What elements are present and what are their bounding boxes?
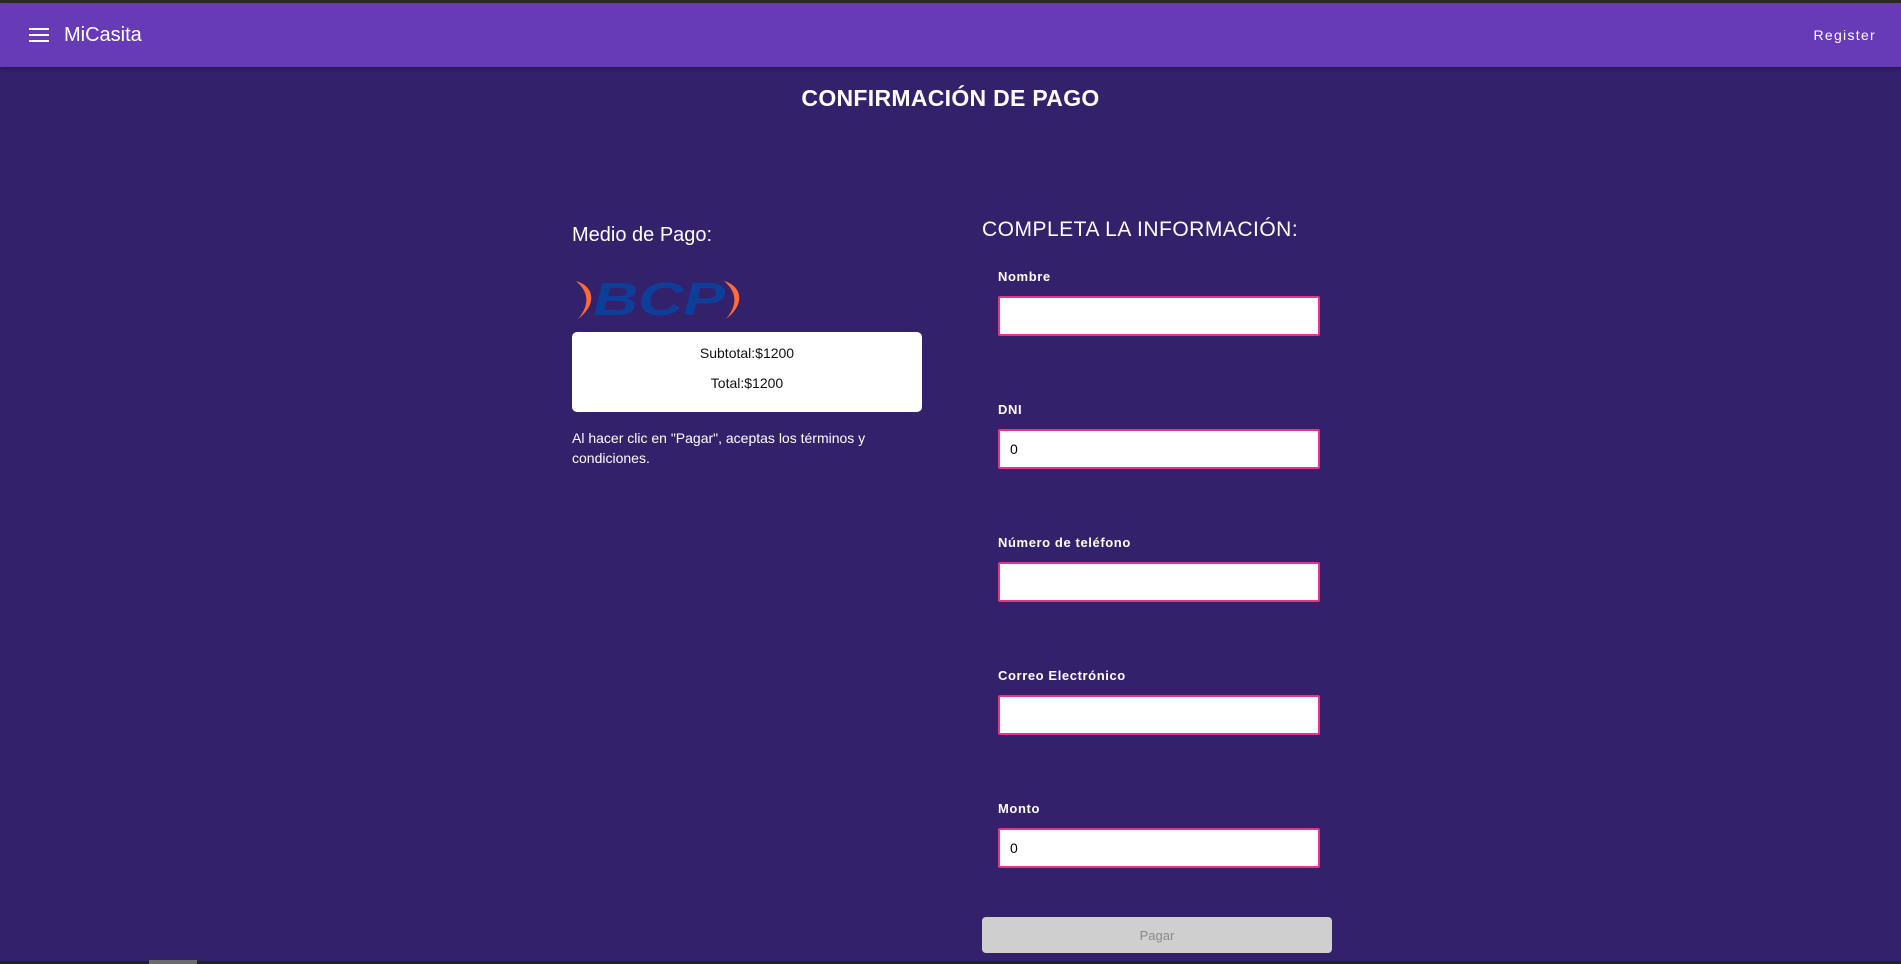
name-label: Nombre (998, 269, 1051, 284)
phone-input[interactable] (998, 562, 1320, 602)
dni-input[interactable] (998, 429, 1320, 469)
bcp-logo-text: BCP (593, 274, 725, 324)
horizontal-scrollbar-thumb[interactable] (149, 960, 197, 964)
app-title: MiCasita (64, 24, 142, 46)
page-title: CONFIRMACIÓN DE PAGO (801, 85, 1100, 111)
dni-label: DNI (998, 402, 1023, 417)
email-input[interactable] (998, 695, 1320, 735)
app-toolbar: MiCasita Register (0, 3, 1901, 67)
total-text: Total:$1200 (710, 375, 784, 391)
register-link[interactable]: Register (1813, 27, 1876, 43)
hamburger-menu-icon[interactable] (29, 27, 49, 43)
amount-label: Monto (998, 801, 1040, 816)
bcp-logo: BCP (576, 274, 740, 324)
email-label: Correo Electrónico (998, 668, 1126, 683)
phone-label: Número de teléfono (998, 535, 1131, 550)
amount-input[interactable] (998, 828, 1320, 868)
form-heading: COMPLETA LA INFORMACIÓN: (982, 218, 1299, 241)
terms-notice: Al hacer clic en "Pagar", aceptas los té… (572, 430, 866, 466)
payment-method-heading: Medio de Pago: (572, 224, 713, 246)
order-summary-card: Subtotal:$1200 Total:$1200 (572, 332, 922, 412)
pay-button[interactable]: Pagar (982, 917, 1332, 953)
name-input[interactable] (998, 296, 1320, 336)
subtotal-text: Subtotal:$1200 (699, 345, 795, 361)
